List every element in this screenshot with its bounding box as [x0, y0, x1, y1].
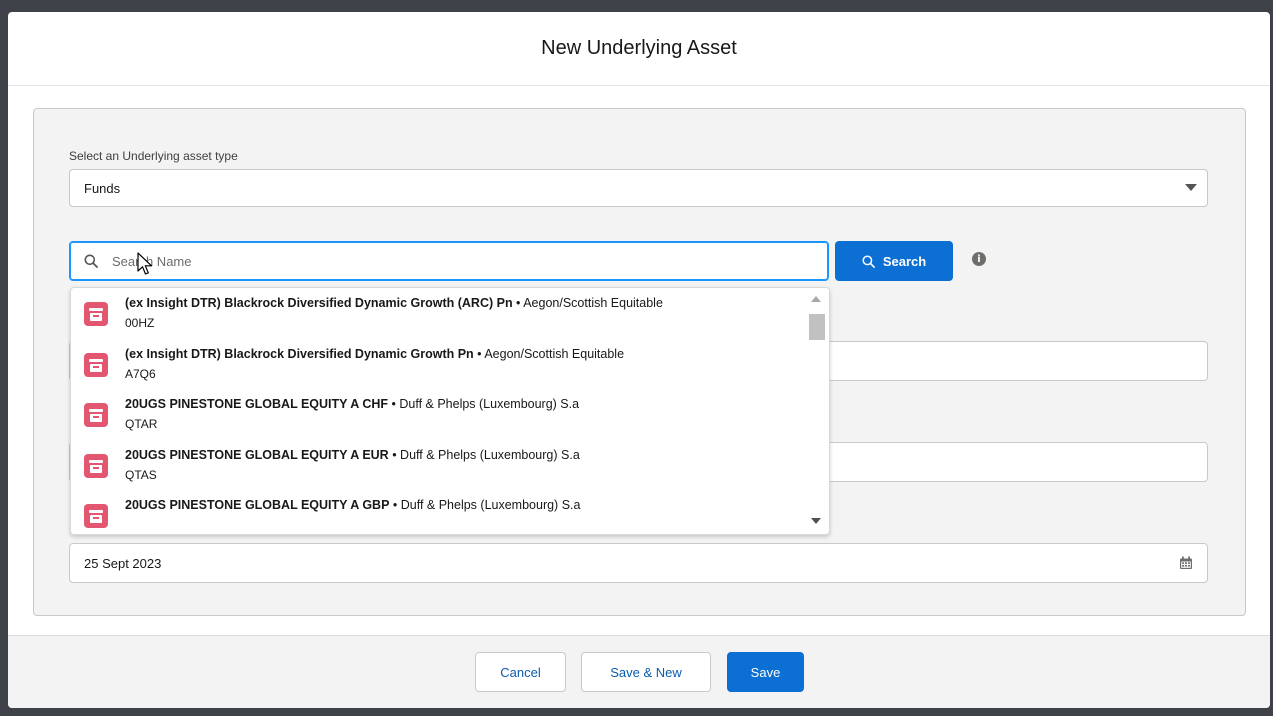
result-code: QTAR — [125, 417, 158, 431]
info-icon[interactable]: i — [972, 252, 986, 266]
search-icon — [84, 254, 98, 268]
scrollbar[interactable] — [803, 288, 829, 534]
cancel-button[interactable]: Cancel — [475, 652, 566, 692]
result-code: QTAS — [125, 467, 157, 482]
save-button[interactable]: Save — [727, 652, 804, 692]
fund-icon — [84, 453, 108, 478]
modal-body: Select an Underlying asset type Funds Se… — [33, 108, 1246, 616]
scroll-thumb[interactable] — [809, 314, 825, 340]
list-item[interactable]: (ex Insight DTR) Blackrock Diversified D… — [71, 288, 801, 339]
result-code: 00HZ — [125, 316, 155, 330]
caret-down-icon — [1185, 184, 1197, 191]
fund-icon — [84, 352, 108, 377]
result-provider: Aegon/Scottish Equitable — [523, 296, 663, 310]
result-name: (ex Insight DTR) Blackrock Diversified D… — [125, 346, 474, 361]
result-provider: Duff & Phelps (Luxembourg) S.a — [400, 498, 581, 512]
save-and-new-button[interactable]: Save & New — [581, 652, 711, 692]
list-item[interactable]: 20UGS PINESTONE GLOBAL EQUITY A GBP • Du… — [71, 490, 801, 534]
date-field[interactable]: 25 Sept 2023 — [69, 543, 1208, 583]
result-provider: Aegon/Scottish Equitable — [484, 346, 625, 361]
modal-header: New Underlying Asset — [8, 12, 1270, 86]
list-item[interactable]: (ex Insight DTR) Blackrock Diversified D… — [71, 339, 801, 390]
asset-type-label: Select an Underlying asset type — [69, 149, 238, 163]
result-name: (ex Insight DTR) Blackrock Diversified D… — [125, 296, 513, 310]
search-name-input[interactable] — [110, 252, 794, 270]
asset-type-select[interactable]: Funds — [69, 169, 1208, 207]
search-name-input-wrapper[interactable] — [69, 241, 829, 281]
result-name: 20UGS PINESTONE GLOBAL EQUITY A EUR — [125, 447, 389, 462]
result-provider: Duff & Phelps (Luxembourg) S.a — [400, 447, 580, 462]
fund-icon — [84, 504, 108, 528]
search-results-list: (ex Insight DTR) Blackrock Diversified D… — [71, 288, 801, 534]
asset-type-value: Funds — [84, 180, 121, 196]
list-item[interactable]: 20UGS PINESTONE GLOBAL EQUITY A CHF • Du… — [71, 389, 801, 440]
modal: New Underlying Asset Select an Underlyin… — [8, 12, 1270, 708]
search-results-dropdown: (ex Insight DTR) Blackrock Diversified D… — [70, 287, 830, 535]
result-provider: Duff & Phelps (Luxembourg) S.a — [399, 397, 580, 411]
date-value: 25 Sept 2023 — [84, 555, 162, 571]
search-button-label: Search — [882, 253, 927, 269]
scroll-up-icon[interactable] — [811, 296, 821, 302]
search-icon — [862, 254, 875, 268]
fund-icon — [84, 302, 108, 326]
result-name: 20UGS PINESTONE GLOBAL EQUITY A GBP — [125, 498, 390, 512]
result-code: A7Q6 — [125, 366, 156, 381]
modal-footer: Cancel Save & New Save — [8, 635, 1270, 708]
calendar-icon[interactable] — [1179, 556, 1193, 570]
list-item[interactable]: 20UGS PINESTONE GLOBAL EQUITY A EUR • Du… — [71, 440, 801, 491]
scroll-down-icon[interactable] — [811, 518, 821, 524]
mouse-cursor-icon — [137, 252, 153, 275]
fund-icon — [84, 403, 108, 427]
result-name: 20UGS PINESTONE GLOBAL EQUITY A CHF — [125, 397, 389, 411]
modal-title: New Underlying Asset — [541, 37, 737, 59]
search-button[interactable]: Search — [835, 241, 953, 281]
